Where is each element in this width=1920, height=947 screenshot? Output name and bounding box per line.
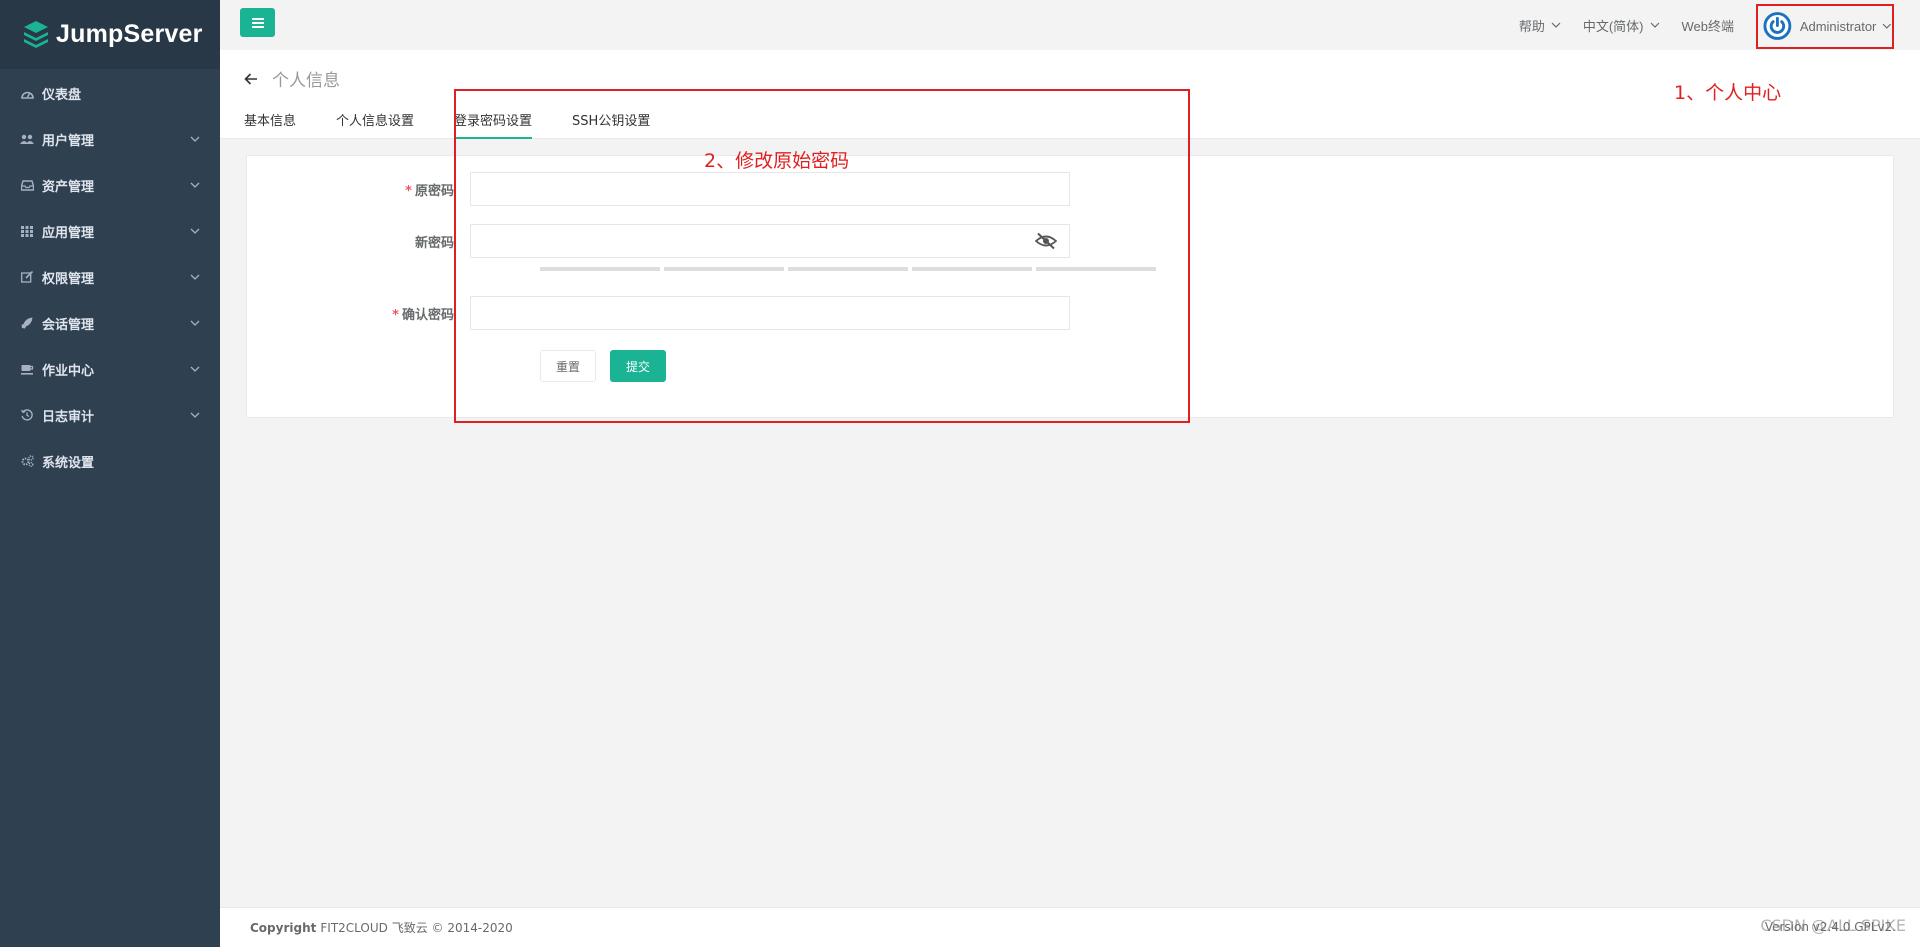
chevron-down-icon [190, 366, 200, 372]
edit-icon [20, 270, 34, 284]
chevron-down-icon [1882, 23, 1892, 29]
sidebar-item-label: 权限管理 [42, 271, 95, 287]
sidebar-item-label: 系统设置 [42, 455, 95, 471]
web-terminal-link[interactable]: Web终端 [1682, 16, 1735, 35]
footer: Copyright FIT2CLOUD 飞致云 © 2014-2020 Vers… [220, 907, 1920, 947]
sidebar-nav: 仪表盘 用户管理 资产管理 应用管理 权限管理 会话管理 作业中心 日志审计 系… [0, 69, 220, 484]
sidebar-item-label: 用户管理 [42, 133, 95, 149]
copyright-label: Copyright [250, 920, 317, 935]
sidebar-item-sessions[interactable]: 会话管理 [0, 300, 220, 346]
gears-icon [20, 454, 34, 468]
language-menu[interactable]: 中文(简体) [1583, 16, 1660, 35]
sidebar-item-label: 作业中心 [42, 363, 95, 379]
hamburger-icon [251, 17, 264, 28]
chevron-down-icon [190, 320, 200, 326]
chevron-down-icon [190, 412, 200, 418]
inbox-icon [20, 178, 34, 192]
required-marker: * [392, 307, 399, 323]
watermark: CSDN @ALL SPIKE [1760, 916, 1906, 935]
chevron-down-icon [1650, 22, 1659, 28]
confirm-password-label-text: 确认密码 [401, 307, 454, 323]
annotation-user-center: 1、个人中心 [1674, 82, 1782, 104]
page-title: 个人信息 [272, 71, 340, 91]
chevron-down-icon [190, 228, 200, 234]
user-menu[interactable]: Administrator [1756, 3, 1894, 49]
rocket-icon [20, 316, 34, 330]
web-terminal-label: Web终端 [1681, 18, 1735, 34]
tab-basic-info[interactable]: 基本信息 [244, 110, 296, 139]
sidebar-item-assets[interactable]: 资产管理 [0, 162, 220, 208]
jumpserver-logo-icon [24, 20, 48, 48]
sidebar-item-label: 会话管理 [42, 317, 95, 333]
username-label: Administrator [1799, 18, 1877, 34]
app-name: JumpServer [56, 20, 203, 48]
chevron-down-icon [190, 274, 200, 280]
sidebar-item-dashboard[interactable]: 仪表盘 [0, 70, 220, 116]
coffee-icon [20, 362, 34, 376]
back-row: 个人信息 [244, 66, 340, 91]
old-password-label-text: 原密码 [414, 183, 454, 199]
sidebar-item-users[interactable]: 用户管理 [0, 116, 220, 162]
annotation-box-password [454, 89, 1190, 423]
back-arrow-icon[interactable] [244, 72, 258, 85]
user-avatar-power-icon [1763, 12, 1792, 40]
chevron-down-icon [190, 182, 200, 188]
sidebar-item-label: 资产管理 [42, 179, 95, 195]
top-right-nav: 帮助 中文(简体) Web终端 Administrator [1519, 0, 1920, 50]
help-label: 帮助 [1518, 18, 1545, 34]
sidebar-item-audit[interactable]: 日志审计 [0, 392, 220, 438]
sidebar-item-jobs[interactable]: 作业中心 [0, 346, 220, 392]
top-navbar: 帮助 中文(简体) Web终端 Administrator [220, 0, 1920, 50]
tab-profile-settings[interactable]: 个人信息设置 [336, 110, 414, 139]
toggle-sidebar-button[interactable] [240, 8, 275, 37]
language-label: 中文(简体) [1582, 18, 1644, 34]
grid-icon [20, 224, 34, 238]
sidebar-item-label: 应用管理 [42, 225, 95, 241]
annotation-change-password: 2、修改原始密码 [704, 150, 850, 172]
chevron-down-icon [1551, 22, 1561, 28]
required-marker: * [405, 183, 412, 199]
sidebar-item-settings[interactable]: 系统设置 [0, 438, 220, 484]
dashboard-icon [20, 86, 34, 100]
sidebar-item-applications[interactable]: 应用管理 [0, 208, 220, 254]
history-icon [20, 408, 34, 422]
sidebar-item-label: 仪表盘 [42, 87, 82, 103]
copyright-text: FIT2CLOUD 飞致云 © 2014-2020 [320, 921, 513, 935]
sidebar-item-permissions[interactable]: 权限管理 [0, 254, 220, 300]
sidebar: JumpServer 仪表盘 用户管理 资产管理 应用管理 权限管理 会话管理 … [0, 0, 220, 947]
users-icon [20, 132, 34, 146]
logo[interactable]: JumpServer [0, 0, 220, 69]
help-menu[interactable]: 帮助 [1519, 16, 1561, 35]
sidebar-item-label: 日志审计 [42, 409, 95, 425]
chevron-down-icon [190, 136, 200, 142]
